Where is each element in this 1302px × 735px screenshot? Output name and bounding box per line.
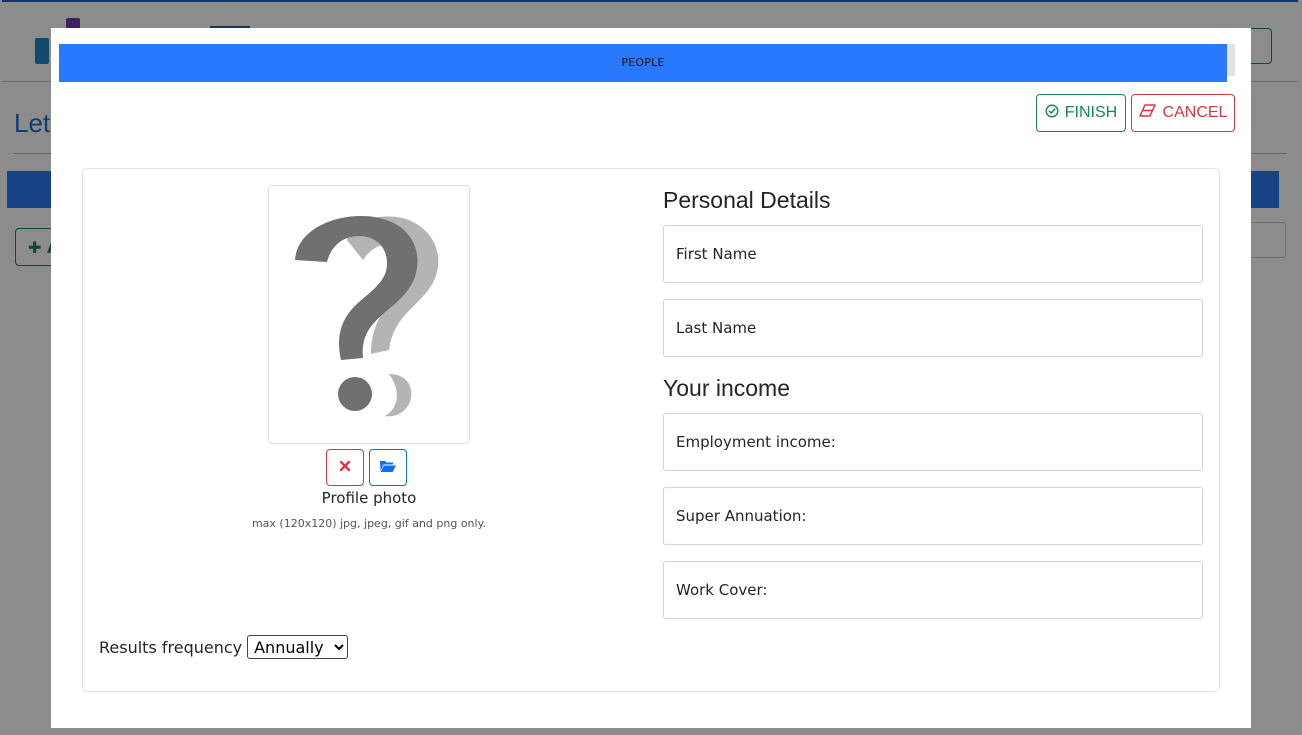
times-icon — [339, 460, 351, 475]
cancel-button[interactable]: CANCEL — [1131, 94, 1235, 132]
results-frequency-row: Results frequency Annually — [99, 635, 349, 659]
cancel-label: CANCEL — [1162, 104, 1228, 121]
folder-open-icon — [379, 459, 397, 476]
results-frequency-select[interactable]: Annually — [247, 635, 349, 659]
first-name-label: First Name — [676, 245, 757, 263]
remove-photo-button[interactable] — [326, 449, 364, 486]
employment-income-label: Employment income: — [676, 433, 836, 451]
profile-photo-frame — [268, 185, 470, 444]
modal-title: PEOPLE — [59, 44, 1227, 82]
super-annuation-field[interactable]: Super Annuation: — [663, 487, 1203, 545]
person-form-card: Profile photo max (120x120) jpg, jpeg, g… — [82, 168, 1220, 692]
super-annuation-label: Super Annuation: — [676, 507, 807, 525]
question-mark-icon — [295, 216, 439, 417]
finish-label: FINISH — [1064, 104, 1118, 121]
work-cover-field[interactable]: Work Cover: — [663, 561, 1203, 619]
profile-photo-hint: max (120x120) jpg, jpeg, gif and png onl… — [251, 517, 487, 530]
employment-income-field[interactable]: Employment income: — [663, 413, 1203, 471]
eraser-icon — [1138, 103, 1157, 123]
browse-photo-button[interactable] — [369, 449, 407, 486]
profile-photo-label: Profile photo — [321, 489, 417, 507]
finish-button[interactable]: FINISH — [1036, 94, 1126, 132]
modal-title-edge — [1227, 44, 1235, 76]
first-name-field[interactable]: First Name — [663, 225, 1203, 283]
people-modal: PEOPLE FINISH CANCEL Profile photo max (… — [51, 28, 1251, 728]
results-frequency-label: Results frequency — [99, 637, 243, 657]
last-name-field[interactable]: Last Name — [663, 299, 1203, 357]
your-income-heading: Your income — [663, 375, 791, 401]
work-cover-label: Work Cover: — [676, 581, 768, 599]
personal-details-heading: Personal Details — [663, 187, 831, 213]
last-name-label: Last Name — [676, 319, 757, 337]
check-circle-icon — [1045, 104, 1059, 123]
